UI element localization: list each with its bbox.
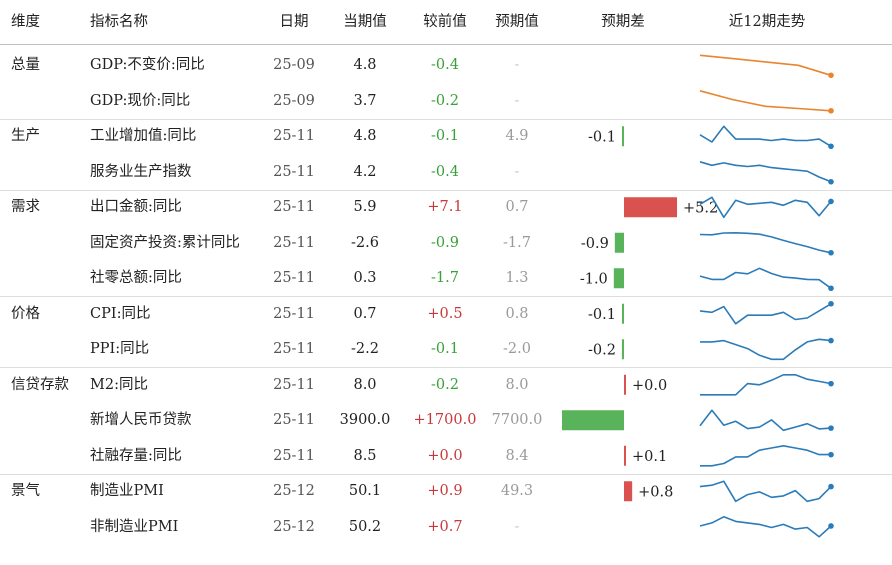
diff-bar [624,374,626,395]
diff-bar [624,481,633,502]
sparkline [699,267,832,289]
sparkline-end-dot [828,285,834,292]
sparkline-end-dot [828,249,834,256]
sparkline [700,373,832,396]
diff-bar [614,232,624,253]
sparkline [699,196,832,219]
sparkline-end-dot [828,523,834,529]
sparkline [699,232,832,254]
diff-bar [621,339,624,360]
sparkline-end-dot [828,178,834,185]
sparkline-end-dot [828,72,834,79]
diff-bar [624,445,626,466]
diff-bar [622,126,624,147]
sparkline-end-dot [828,451,834,458]
sparkline [700,444,831,467]
diff-label: +0.0 [632,378,667,394]
chart-layer: -0.1 +5.2 -0.9 -1.0 -0.1 -0.2 +0.0 +0.1 +0.8 [562,54,834,538]
sparkline-end-dot [828,300,834,307]
diff-label: +0.8 [638,484,673,500]
sparkline-end-dot [828,198,834,205]
diff-label: -1.0 [580,271,608,287]
sparkline-end-dot [828,107,834,114]
diff-bar [613,268,624,289]
sparkline [699,480,832,503]
sparkline [699,515,832,538]
sparkline-end-dot [828,143,834,150]
diff-label: -0.2 [588,342,616,358]
sparkline-end-dot [828,425,834,431]
diff-label: +0.1 [632,449,667,465]
sparkline-end-dot [828,380,834,387]
diff-label: -0.9 [581,236,609,252]
diff-label: -0.1 [588,307,616,323]
sparkline [699,125,832,147]
sparkline [699,303,832,325]
sparkline [699,54,832,77]
sparkline [699,409,832,432]
sparkline [699,161,832,183]
diff-label: -0.1 [588,129,616,145]
sparkline [699,90,832,112]
sparkline [700,338,832,361]
diff-bar [624,197,678,218]
diff-label: +5.2 [683,200,718,216]
diff-bar [562,410,624,431]
diff-bar [622,303,624,324]
sparkline-end-dot [828,483,834,490]
sparkline-end-dot [828,337,834,344]
